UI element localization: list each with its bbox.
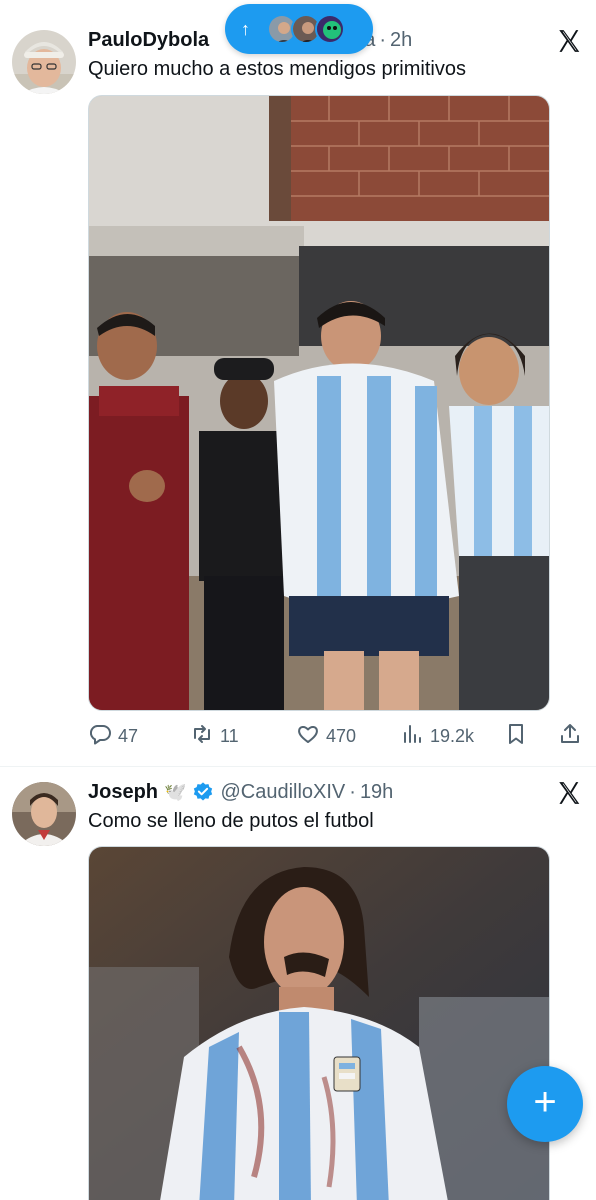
avatar[interactable] (12, 30, 76, 94)
tweet-actions: 47 11 470 19.2k (88, 722, 586, 750)
tweet-text: Quiero mucho a estos mendigos primitivos (88, 58, 466, 80)
reply-icon (88, 722, 112, 751)
verified-badge-icon (192, 781, 214, 803)
x-logo-icon (556, 28, 582, 54)
name-emoji: 🕊️ (164, 781, 187, 802)
tweet-text: Como se lleno de putos el futbol (88, 810, 374, 832)
timestamp[interactable]: 19h (360, 781, 393, 804)
new-posts-avatars (267, 14, 345, 44)
new-posts-pill[interactable]: ↑ (225, 4, 373, 54)
repost-icon (190, 722, 214, 751)
separator-dot: · (379, 28, 387, 51)
timestamp[interactable]: 2h (390, 29, 412, 52)
like-button[interactable]: 470 (296, 722, 356, 750)
bookmark-button[interactable] (504, 722, 528, 750)
bookmark-icon (504, 722, 528, 751)
share-icon (558, 722, 582, 751)
separator-dot: · (349, 780, 356, 803)
repost-button[interactable]: 11 (190, 722, 239, 750)
repost-count: 11 (220, 725, 239, 746)
tweet-photo[interactable] (88, 95, 550, 711)
tweet[interactable]: PauloDybola ira · 2h Quiero mucho a esto… (0, 0, 596, 766)
tweet-header: Joseph 🕊️ @CaudilloXIV · 19h (88, 778, 393, 806)
reply-button[interactable]: 47 (88, 722, 138, 750)
x-logo-icon (556, 780, 582, 806)
views-button[interactable]: 19.2k (400, 722, 474, 750)
avatar[interactable] (12, 782, 76, 846)
compose-button[interactable]: + (507, 1066, 583, 1142)
plus-icon: + (533, 1080, 557, 1124)
handle[interactable]: @CaudilloXIV (220, 781, 345, 804)
reply-count: 47 (118, 725, 139, 746)
tweet[interactable]: Joseph 🕊️ @CaudilloXIV · 19h Como se lle… (0, 766, 596, 1200)
avatar (315, 14, 345, 44)
display-name[interactable]: PauloDybola (88, 29, 209, 52)
heart-icon (296, 722, 320, 751)
share-button[interactable] (558, 722, 582, 750)
like-count: 470 (326, 725, 357, 746)
views-icon (400, 722, 424, 751)
tweet-photo[interactable] (88, 846, 550, 1200)
views-count: 19.2k (430, 725, 475, 746)
arrow-up-icon: ↑ (241, 18, 250, 39)
display-name[interactable]: Joseph (88, 781, 158, 804)
